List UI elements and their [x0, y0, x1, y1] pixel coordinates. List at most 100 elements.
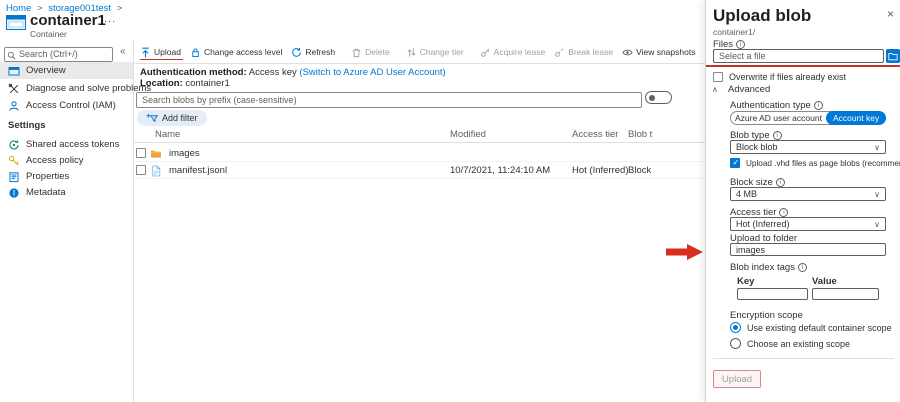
sidebar-item-shared-access-tokens[interactable]: Shared access tokens: [0, 136, 133, 153]
info-icon: [776, 178, 785, 187]
info-icon: [779, 208, 788, 217]
overwrite-label: Overwrite if files already exist: [729, 72, 846, 82]
breadcrumb-link-home[interactable]: Home: [6, 3, 31, 14]
blob-type: Block: [628, 165, 651, 176]
vhd-checkbox-row[interactable]: Upload .vhd files as page blobs (recomme…: [730, 158, 900, 168]
tag-value-input[interactable]: [812, 288, 879, 300]
vhd-checkbox[interactable]: [730, 158, 740, 168]
auth-type-label-text: Authentication type: [730, 100, 811, 111]
eye-icon: [622, 47, 633, 58]
block-size-select[interactable]: 4 MB ∨: [730, 187, 886, 201]
tag-value-field: [812, 288, 879, 300]
sidebar: « Overview Diagnose and solve problems A…: [0, 40, 134, 402]
column-header-blob-type[interactable]: Blob t: [628, 129, 652, 140]
break-lease-button[interactable]: Break lease: [554, 47, 613, 58]
encryption-option-default[interactable]: Use existing default container scope: [730, 322, 892, 333]
file-input[interactable]: [713, 49, 884, 63]
tag-key-input[interactable]: [737, 288, 808, 300]
toggle-switch[interactable]: [645, 91, 672, 104]
access-tier-value: Hot (Inferred): [736, 219, 790, 229]
blob-search-input[interactable]: [136, 92, 642, 108]
add-filter-icon: [146, 113, 158, 124]
close-icon[interactable]: ×: [887, 7, 894, 21]
info-icon: [798, 263, 807, 272]
sidebar-item-diagnose[interactable]: Diagnose and solve problems: [0, 80, 133, 97]
sidebar-item-properties[interactable]: Properties: [0, 168, 133, 185]
change-tier-button[interactable]: Change tier: [406, 47, 464, 58]
blob-name[interactable]: manifest.jsonl: [169, 165, 227, 176]
encryption-scope-label: Encryption scope: [730, 310, 803, 321]
blob-type-value: Block blob: [736, 142, 778, 152]
search-icon: [7, 47, 16, 65]
sidebar-item-access-policy[interactable]: Access policy: [0, 152, 133, 169]
delete-label: Delete: [365, 47, 390, 57]
chevron-down-icon: ∨: [874, 190, 880, 199]
advanced-section-toggle[interactable]: Advanced: [728, 84, 770, 95]
auth-type-toggle[interactable]: Azure AD user account Account key: [730, 111, 884, 125]
panel-footer-divider: [713, 358, 894, 359]
blob-type-select[interactable]: Block blob ∨: [730, 140, 886, 154]
auth-method-label: Authentication method:: [140, 67, 247, 78]
column-header-modified[interactable]: Modified: [450, 129, 486, 140]
change-access-level-button[interactable]: Change access level: [190, 47, 282, 58]
sidebar-item-metadata[interactable]: Metadata: [0, 184, 133, 201]
table-row[interactable]: manifest.jsonl 10/7/2021, 11:24:10 AM Ho…: [134, 162, 705, 179]
panel-subtitle: container1/: [713, 27, 755, 37]
access-tier-select[interactable]: Hot (Inferred) ∨: [730, 217, 886, 231]
add-filter-button[interactable]: Add filter: [137, 110, 207, 126]
sidebar-item-label: Access Control (IAM): [26, 100, 116, 111]
upload-blob-panel: Upload blob × container1/ Files Overwrit…: [705, 0, 900, 402]
break-lease-label: Break lease: [568, 47, 613, 57]
view-snapshots-button[interactable]: View snapshots: [622, 47, 695, 58]
row-checkbox[interactable]: [136, 165, 146, 175]
overwrite-checkbox[interactable]: [713, 72, 723, 82]
refresh-icon: [291, 47, 302, 58]
sidebar-item-label: Overview: [26, 65, 66, 76]
blob-name[interactable]: images: [169, 148, 200, 159]
radio-selected-icon[interactable]: [730, 322, 741, 333]
block-size-value: 4 MB: [736, 189, 757, 199]
acquire-lease-button[interactable]: Acquire lease: [480, 47, 546, 58]
blob-search: [136, 90, 642, 106]
upload-to-folder-input[interactable]: [730, 243, 886, 256]
upload-label: Upload: [154, 47, 181, 57]
more-menu-icon[interactable]: ...: [104, 13, 116, 25]
switch-auth-link[interactable]: (Switch to Azure AD User Account): [299, 67, 445, 78]
column-header-access-tier[interactable]: Access tier: [572, 129, 618, 140]
sidebar-search-input[interactable]: [4, 47, 113, 62]
tag-key-header: Key: [737, 276, 754, 287]
sidebar-item-label: Properties: [26, 171, 69, 182]
delete-button[interactable]: Delete: [351, 47, 390, 58]
auth-option-azure-ad[interactable]: Azure AD user account: [731, 113, 826, 123]
radio-unselected-icon[interactable]: [730, 338, 741, 349]
browse-files-button[interactable]: [886, 49, 900, 63]
upload-to-folder-field: [730, 243, 886, 256]
folder-browse-icon: [888, 52, 898, 61]
auth-type-label: Authentication type: [730, 100, 823, 111]
file-icon: [150, 164, 162, 176]
diagnose-icon: [8, 83, 20, 95]
table-header-divider: [134, 142, 705, 143]
overwrite-checkbox-row[interactable]: Overwrite if files already exist: [713, 72, 846, 82]
chevron-down-icon: ∨: [874, 143, 880, 152]
auth-method-value: Access key: [249, 67, 297, 78]
table-row[interactable]: images: [134, 145, 705, 162]
info-icon: [736, 40, 745, 49]
column-header-name[interactable]: Name: [155, 129, 180, 140]
upload-button[interactable]: Upload: [140, 47, 181, 58]
change-tier-icon: [406, 47, 417, 58]
refresh-button[interactable]: Refresh: [291, 47, 335, 58]
row-checkbox[interactable]: [136, 148, 146, 158]
annotation-underline: [706, 65, 900, 67]
command-bar: Upload Change access level Refresh Delet…: [140, 44, 700, 60]
sidebar-item-label: Shared access tokens: [26, 139, 119, 150]
panel-title: Upload blob: [713, 6, 811, 26]
sidebar-item-access-control[interactable]: Access Control (IAM): [0, 97, 133, 114]
collapse-sidebar-icon[interactable]: «: [120, 46, 126, 57]
auth-option-account-key[interactable]: Account key: [826, 111, 886, 125]
panel-upload-button[interactable]: Upload: [713, 370, 761, 388]
chevron-up-icon[interactable]: ∧: [712, 85, 718, 94]
encryption-option-existing[interactable]: Choose an existing scope: [730, 338, 850, 349]
toolbar-divider-line: [134, 63, 705, 64]
sidebar-item-overview[interactable]: Overview: [0, 62, 133, 79]
